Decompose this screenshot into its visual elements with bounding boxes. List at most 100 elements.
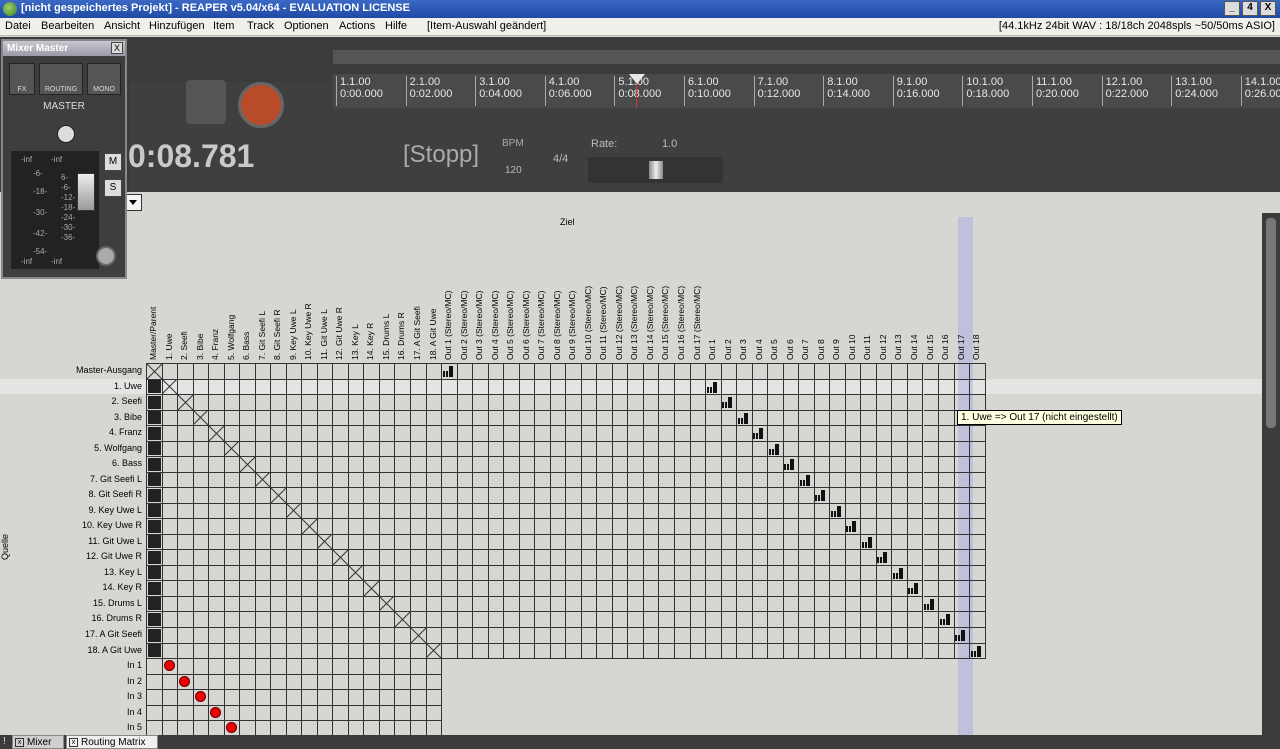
matrix-cell[interactable] xyxy=(457,472,474,489)
tab-close-icon[interactable]: x xyxy=(15,738,24,747)
transport-time-display[interactable]: 0:08.781 xyxy=(128,138,254,175)
matrix-cell[interactable] xyxy=(923,379,939,396)
matrix-cell[interactable] xyxy=(690,596,707,613)
matrix-cell[interactable] xyxy=(224,457,241,473)
master-send-enabled[interactable] xyxy=(147,411,161,425)
matrix-cell[interactable] xyxy=(597,628,613,644)
matrix-cell[interactable] xyxy=(845,379,862,396)
matrix-cell[interactable] xyxy=(690,534,707,551)
matrix-cell[interactable] xyxy=(193,426,210,442)
matrix-cell[interactable] xyxy=(970,534,986,551)
matrix-cell[interactable] xyxy=(861,519,877,535)
matrix-cell[interactable] xyxy=(348,643,365,660)
matrix-cell[interactable] xyxy=(783,410,800,427)
matrix-cell[interactable] xyxy=(799,426,815,442)
matrix-cell[interactable] xyxy=(535,534,551,551)
master-send-enabled[interactable] xyxy=(147,612,161,626)
matrix-cell[interactable] xyxy=(302,410,318,427)
matrix-cell[interactable] xyxy=(690,628,707,644)
matrix-cell[interactable] xyxy=(488,457,505,473)
menu-item[interactable]: Item xyxy=(213,20,234,32)
matrix-cell[interactable] xyxy=(643,364,660,380)
matrix-cell[interactable] xyxy=(178,410,194,427)
matrix-cell[interactable] xyxy=(348,612,365,628)
matrix-cell[interactable] xyxy=(317,457,334,473)
matrix-cell[interactable] xyxy=(488,410,505,427)
matrix-cell[interactable] xyxy=(612,457,629,473)
matrix-cell[interactable] xyxy=(271,674,287,691)
matrix-cell[interactable] xyxy=(659,395,675,411)
matrix-cell[interactable] xyxy=(612,472,629,489)
matrix-cell[interactable] xyxy=(706,488,722,504)
matrix-cell[interactable] xyxy=(954,596,971,613)
matrix-cell[interactable] xyxy=(379,643,396,660)
matrix-cell[interactable] xyxy=(162,674,179,691)
matrix-cell[interactable] xyxy=(317,628,334,644)
matrix-cell[interactable] xyxy=(954,550,971,566)
matrix-cell[interactable] xyxy=(178,550,194,566)
matrix-cell[interactable] xyxy=(550,457,567,473)
matrix-cell[interactable] xyxy=(147,690,163,706)
matrix-cell[interactable] xyxy=(706,410,722,427)
matrix-cell[interactable] xyxy=(333,612,349,628)
matrix-cell[interactable] xyxy=(442,643,458,660)
matrix-cell[interactable] xyxy=(597,472,613,489)
matrix-cell[interactable] xyxy=(845,550,862,566)
matrix-cell[interactable] xyxy=(302,690,318,706)
matrix-cell[interactable] xyxy=(939,426,955,442)
matrix-cell[interactable] xyxy=(442,441,458,458)
matrix-cell[interactable] xyxy=(923,503,939,520)
matrix-cell[interactable] xyxy=(178,457,194,473)
matrix-cell[interactable] xyxy=(907,612,924,628)
matrix-cell[interactable] xyxy=(348,705,365,722)
matrix-cell[interactable] xyxy=(379,534,396,551)
matrix-cell[interactable] xyxy=(457,643,474,660)
matrix-cell[interactable] xyxy=(799,519,815,535)
time-signature[interactable]: 4/4 xyxy=(553,153,568,165)
matrix-cell[interactable] xyxy=(861,581,877,597)
matrix-cell[interactable] xyxy=(240,596,256,613)
matrix-cell[interactable] xyxy=(690,550,707,566)
matrix-cell[interactable] xyxy=(411,596,427,613)
matrix-cell[interactable] xyxy=(768,426,784,442)
matrix-cell[interactable] xyxy=(876,488,893,504)
matrix-cell[interactable] xyxy=(566,441,582,458)
matrix-cell[interactable] xyxy=(892,550,908,566)
matrix-cell[interactable] xyxy=(907,395,924,411)
matrix-cell[interactable] xyxy=(519,488,536,504)
matrix-cell[interactable] xyxy=(271,519,287,535)
hardware-output-icon[interactable] xyxy=(861,536,874,548)
tab-close-icon[interactable]: x xyxy=(69,738,78,747)
matrix-cell[interactable] xyxy=(752,410,769,427)
matrix-cell[interactable] xyxy=(317,379,334,396)
matrix-cell[interactable] xyxy=(721,550,738,566)
matrix-cell[interactable] xyxy=(411,674,427,691)
matrix-cell[interactable] xyxy=(783,426,800,442)
matrix-cell[interactable] xyxy=(581,379,598,396)
pause-button[interactable] xyxy=(186,80,226,124)
matrix-cell[interactable] xyxy=(488,628,505,644)
matrix-cell[interactable] xyxy=(876,519,893,535)
matrix-cell[interactable] xyxy=(581,410,598,427)
matrix-cell[interactable] xyxy=(255,441,272,458)
matrix-cell[interactable] xyxy=(737,472,753,489)
matrix-cell[interactable] xyxy=(240,628,256,644)
matrix-cell[interactable] xyxy=(550,519,567,535)
matrix-cell[interactable] xyxy=(550,395,567,411)
matrix-cell[interactable] xyxy=(814,628,831,644)
matrix-cell[interactable] xyxy=(240,690,256,706)
matrix-cell[interactable] xyxy=(550,379,567,396)
minimize-button[interactable]: _ xyxy=(1224,1,1240,16)
matrix-cell[interactable] xyxy=(659,503,675,520)
matrix-cell[interactable] xyxy=(519,612,536,628)
matrix-cell[interactable] xyxy=(939,457,955,473)
matrix-cell[interactable] xyxy=(473,612,489,628)
matrix-cell[interactable] xyxy=(193,488,210,504)
matrix-cell[interactable] xyxy=(395,596,411,613)
matrix-cell[interactable] xyxy=(970,364,986,380)
matrix-cell[interactable] xyxy=(178,612,194,628)
matrix-cell[interactable] xyxy=(193,659,210,675)
matrix-cell[interactable] xyxy=(364,364,380,380)
matrix-cell[interactable] xyxy=(364,659,380,675)
matrix-cell[interactable] xyxy=(504,472,520,489)
